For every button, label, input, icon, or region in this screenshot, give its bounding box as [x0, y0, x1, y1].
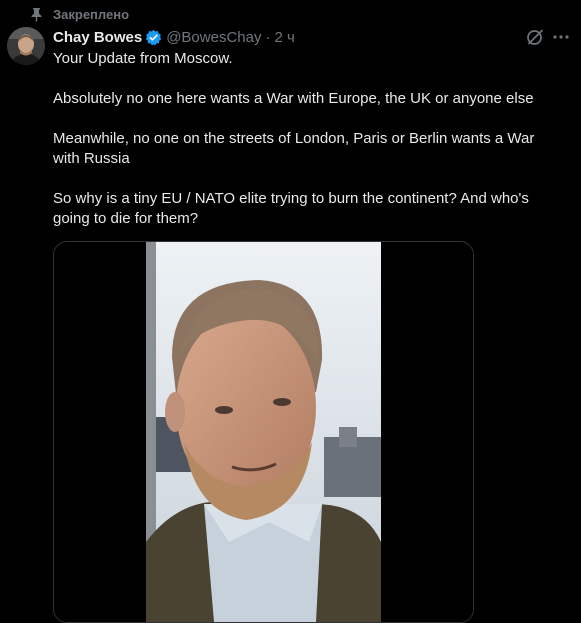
display-name[interactable]: Chay Bowes — [53, 29, 142, 46]
video-thumbnail — [54, 242, 473, 622]
pinned-indicator: Закреплено — [30, 5, 129, 23]
tweet-text: Your Update from Moscow. Absolutely no o… — [53, 49, 563, 249]
tweet-header: Chay Bowes @BowesChay · 2 ч — [53, 27, 295, 47]
handle[interactable]: @BowesChay — [166, 29, 261, 46]
pin-icon — [31, 7, 42, 21]
tweet-paragraph: Absolutely no one here wants a War with … — [53, 90, 534, 107]
header-separator: · — [265, 28, 271, 46]
tweet-paragraph: Your Update from Moscow. — [53, 50, 233, 67]
more-icon[interactable] — [552, 30, 570, 44]
avatar[interactable] — [7, 27, 45, 65]
tweet-paragraph: So why is a tiny EU / NATO elite trying … — [53, 190, 529, 227]
tweet-paragraph: Meanwhile, no one on the streets of Lond… — [53, 130, 535, 167]
pinned-label: Закреплено — [53, 6, 130, 22]
verified-badge-icon[interactable] — [145, 29, 162, 46]
video-player[interactable] — [53, 241, 474, 623]
grok-icon[interactable] — [526, 28, 544, 46]
timestamp[interactable]: 2 ч — [274, 29, 294, 46]
